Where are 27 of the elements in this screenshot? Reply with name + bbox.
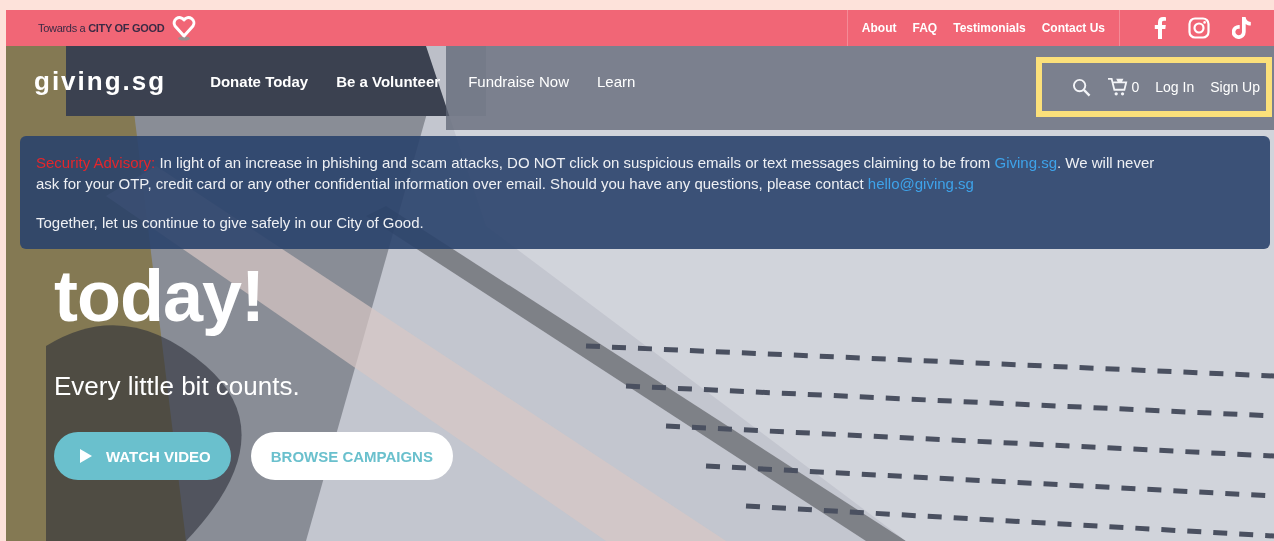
tagline: Towards a CITY OF GOOD	[38, 22, 165, 34]
top-link[interactable]: Contact Us	[1035, 21, 1111, 35]
browse-button[interactable]: BROWSE CAMPAIGNS	[250, 432, 453, 480]
nav-link[interactable]: Learn	[597, 72, 636, 90]
hero-heading: today!	[54, 257, 265, 335]
signup-link[interactable]: Sign Up	[1210, 79, 1260, 95]
advisory-link[interactable]: Giving.sg	[994, 154, 1057, 171]
top-link[interactable]: Testimonials	[947, 21, 1032, 35]
top-link[interactable]: About	[855, 21, 903, 35]
watch-video-button[interactable]: WATCH VIDEO	[54, 432, 231, 480]
cart-icon[interactable]	[1107, 77, 1130, 97]
search-icon[interactable]	[1072, 77, 1092, 97]
top-link[interactable]: FAQ	[906, 21, 944, 35]
play-icon	[80, 449, 92, 463]
nav-link[interactable]: Fundraise Now	[468, 72, 569, 90]
advisory-link[interactable]: hello@giving.sg	[867, 175, 974, 192]
nav-link[interactable]: Donate Today	[210, 72, 309, 90]
login-link[interactable]: Log In	[1155, 79, 1195, 95]
advisory-text: Security Advisory: In light of an increase in phishing and scam attacks, DO NOT click on suspicious emails or text messages claiming to be from Giving.sg. We will never ask for your OTP, credit card or any other confidential information over email. Should you have any questions, please contact hello@giving.sg	[36, 153, 1156, 194]
heart-icon	[172, 15, 197, 41]
instagram-icon[interactable]	[1188, 17, 1210, 39]
advisory-text: Together, let us continue to give safely in our City of Good.	[36, 213, 425, 233]
tiktok-icon[interactable]	[1232, 17, 1252, 39]
facebook-icon[interactable]	[1154, 17, 1166, 39]
hero-subtitle: Every little bit counts.	[54, 371, 301, 402]
cart-count: 0	[1131, 79, 1140, 95]
site-logo[interactable]: giving.sg	[34, 65, 167, 97]
